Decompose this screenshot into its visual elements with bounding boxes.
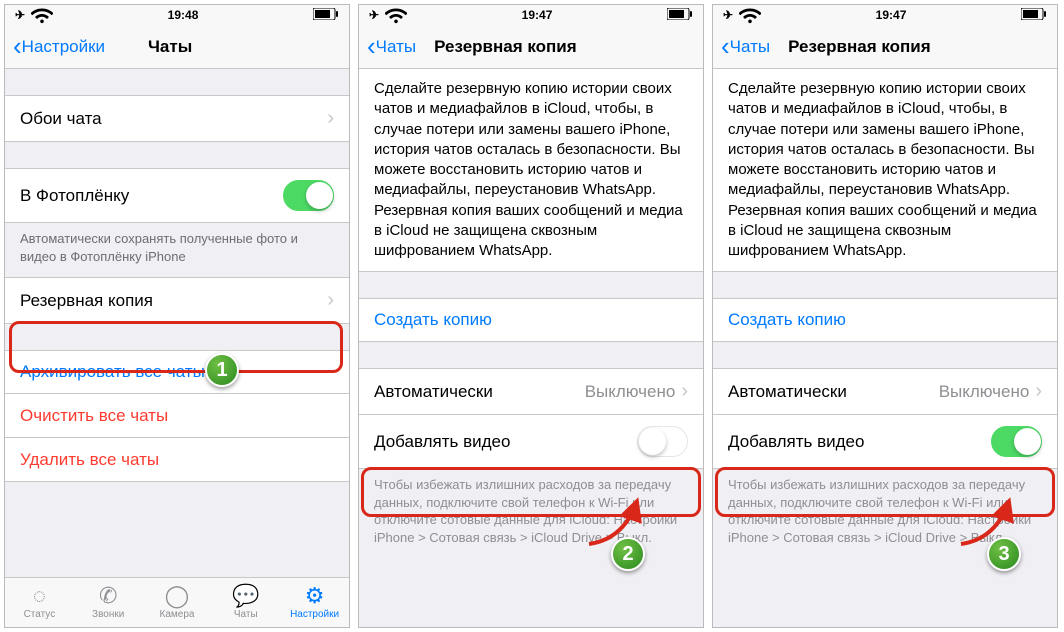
page-title: Резервная копия bbox=[788, 37, 931, 57]
wallpaper-row[interactable]: Обои чата › bbox=[5, 95, 349, 142]
gear-icon: ⚙ bbox=[305, 585, 325, 607]
backup-label: Резервная копия bbox=[20, 291, 153, 311]
page-title: Резервная копия bbox=[434, 37, 577, 57]
battery-icon bbox=[1021, 8, 1047, 23]
phone-screen-3: ✈ 19:47 ‹ Чаты Резервная копия Сделайте … bbox=[712, 4, 1058, 628]
nav-bar: ‹ Чаты Резервная копия bbox=[359, 25, 703, 69]
tab-bar: ◌ Статус ✆ Звонки ◯ Камера 💬 Чаты ⚙ Наст… bbox=[5, 577, 349, 627]
status-time: 19:48 bbox=[168, 8, 199, 22]
status-bar: ✈ 19:47 bbox=[359, 5, 703, 25]
backup-info-text: Сделайте резервную копию истории своих ч… bbox=[359, 69, 703, 272]
include-video-toggle[interactable] bbox=[637, 426, 688, 457]
phone-screen-2: ✈ 19:47 ‹ Чаты Резервная копия Сделайте … bbox=[358, 4, 704, 628]
status-bar: ✈ 19:48 bbox=[5, 5, 349, 25]
battery-icon bbox=[313, 8, 339, 23]
back-button[interactable]: ‹ Чаты bbox=[367, 31, 416, 62]
back-label: Чаты bbox=[730, 37, 770, 57]
content-area: Обои чата › В Фотоплёнку Автоматически с… bbox=[5, 69, 349, 577]
auto-backup-value: Выключено bbox=[585, 382, 676, 401]
backup-info-text: Сделайте резервную копию истории своих ч… bbox=[713, 69, 1057, 272]
back-button[interactable]: ‹ Настройки bbox=[13, 31, 105, 62]
include-video-label: Добавлять видео bbox=[728, 432, 864, 452]
back-button[interactable]: ‹ Чаты bbox=[721, 31, 770, 62]
clear-all-row[interactable]: Очистить все чаты bbox=[5, 394, 349, 438]
create-backup-label: Создать копию bbox=[374, 310, 492, 330]
archive-all-label: Архивировать все чаты bbox=[20, 362, 205, 382]
tab-chats[interactable]: 💬 Чаты bbox=[211, 578, 280, 627]
step-badge-1: 1 bbox=[205, 353, 239, 387]
create-backup-row[interactable]: Создать копию bbox=[713, 298, 1057, 342]
wifi-icon bbox=[739, 4, 761, 28]
backup-row[interactable]: Резервная копия › bbox=[5, 277, 349, 324]
chevron-right-icon: › bbox=[1035, 380, 1042, 402]
nav-bar: ‹ Чаты Резервная копия bbox=[713, 25, 1057, 69]
data-warning-text: Чтобы избежать излишних расходов за пере… bbox=[359, 469, 703, 546]
save-to-photos-toggle[interactable] bbox=[283, 180, 334, 211]
wallpaper-label: Обои чата bbox=[20, 109, 102, 129]
create-backup-row[interactable]: Создать копию bbox=[359, 298, 703, 342]
delete-all-row[interactable]: Удалить все чаты bbox=[5, 438, 349, 482]
wifi-icon bbox=[385, 4, 407, 28]
chevron-right-icon: › bbox=[681, 380, 688, 402]
chevron-left-icon: ‹ bbox=[13, 31, 22, 62]
page-title: Чаты bbox=[148, 37, 192, 57]
airplane-icon: ✈ bbox=[15, 8, 25, 22]
chat-icon: 💬 bbox=[232, 585, 259, 607]
chevron-right-icon: › bbox=[327, 107, 334, 130]
auto-backup-label: Автоматически bbox=[728, 382, 847, 402]
back-label: Настройки bbox=[22, 37, 105, 57]
tab-label: Звонки bbox=[92, 609, 124, 620]
include-video-toggle[interactable] bbox=[991, 426, 1042, 457]
include-video-label: Добавлять видео bbox=[374, 432, 510, 452]
tab-label: Чаты bbox=[234, 609, 258, 620]
status-bar: ✈ 19:47 bbox=[713, 5, 1057, 25]
step-badge-3: 3 bbox=[987, 537, 1021, 571]
phone-icon: ✆ bbox=[99, 585, 117, 607]
content-area: Сделайте резервную копию истории своих ч… bbox=[359, 69, 703, 627]
battery-icon bbox=[667, 8, 693, 23]
status-time: 19:47 bbox=[522, 8, 553, 22]
auto-backup-label: Автоматически bbox=[374, 382, 493, 402]
archive-all-row[interactable]: Архивировать все чаты bbox=[5, 350, 349, 394]
airplane-icon: ✈ bbox=[369, 8, 379, 22]
status-icon: ◌ bbox=[33, 585, 46, 607]
tab-label: Настройки bbox=[290, 609, 339, 620]
delete-all-label: Удалить все чаты bbox=[20, 450, 159, 470]
step-badge-2: 2 bbox=[611, 537, 645, 571]
chevron-right-icon: › bbox=[327, 289, 334, 312]
nav-bar: ‹ Настройки Чаты bbox=[5, 25, 349, 69]
tab-label: Статус bbox=[24, 609, 56, 620]
tab-camera[interactable]: ◯ Камера bbox=[143, 578, 212, 627]
back-label: Чаты bbox=[376, 37, 416, 57]
auto-backup-value: Выключено bbox=[939, 382, 1030, 401]
camera-icon: ◯ bbox=[165, 585, 190, 607]
save-to-photos-row[interactable]: В Фотоплёнку bbox=[5, 168, 349, 223]
wifi-icon bbox=[31, 4, 53, 28]
tab-settings[interactable]: ⚙ Настройки bbox=[280, 578, 349, 627]
chevron-left-icon: ‹ bbox=[721, 31, 730, 62]
create-backup-label: Создать копию bbox=[728, 310, 846, 330]
tab-status[interactable]: ◌ Статус bbox=[5, 578, 74, 627]
tab-calls[interactable]: ✆ Звонки bbox=[74, 578, 143, 627]
auto-backup-row[interactable]: Автоматически Выключено › bbox=[713, 368, 1057, 415]
phone-screen-1: ✈ 19:48 ‹ Настройки Чаты Обои чата › В Ф… bbox=[4, 4, 350, 628]
chevron-left-icon: ‹ bbox=[367, 31, 376, 62]
tab-label: Камера bbox=[160, 609, 195, 620]
clear-all-label: Очистить все чаты bbox=[20, 406, 168, 426]
content-area: Сделайте резервную копию истории своих ч… bbox=[713, 69, 1057, 627]
status-time: 19:47 bbox=[876, 8, 907, 22]
auto-backup-row[interactable]: Автоматически Выключено › bbox=[359, 368, 703, 415]
airplane-icon: ✈ bbox=[723, 8, 733, 22]
save-to-photos-desc: Автоматически сохранять полученные фото … bbox=[5, 223, 349, 265]
save-to-photos-label: В Фотоплёнку bbox=[20, 186, 129, 206]
include-video-row[interactable]: Добавлять видео bbox=[713, 415, 1057, 469]
include-video-row[interactable]: Добавлять видео bbox=[359, 415, 703, 469]
